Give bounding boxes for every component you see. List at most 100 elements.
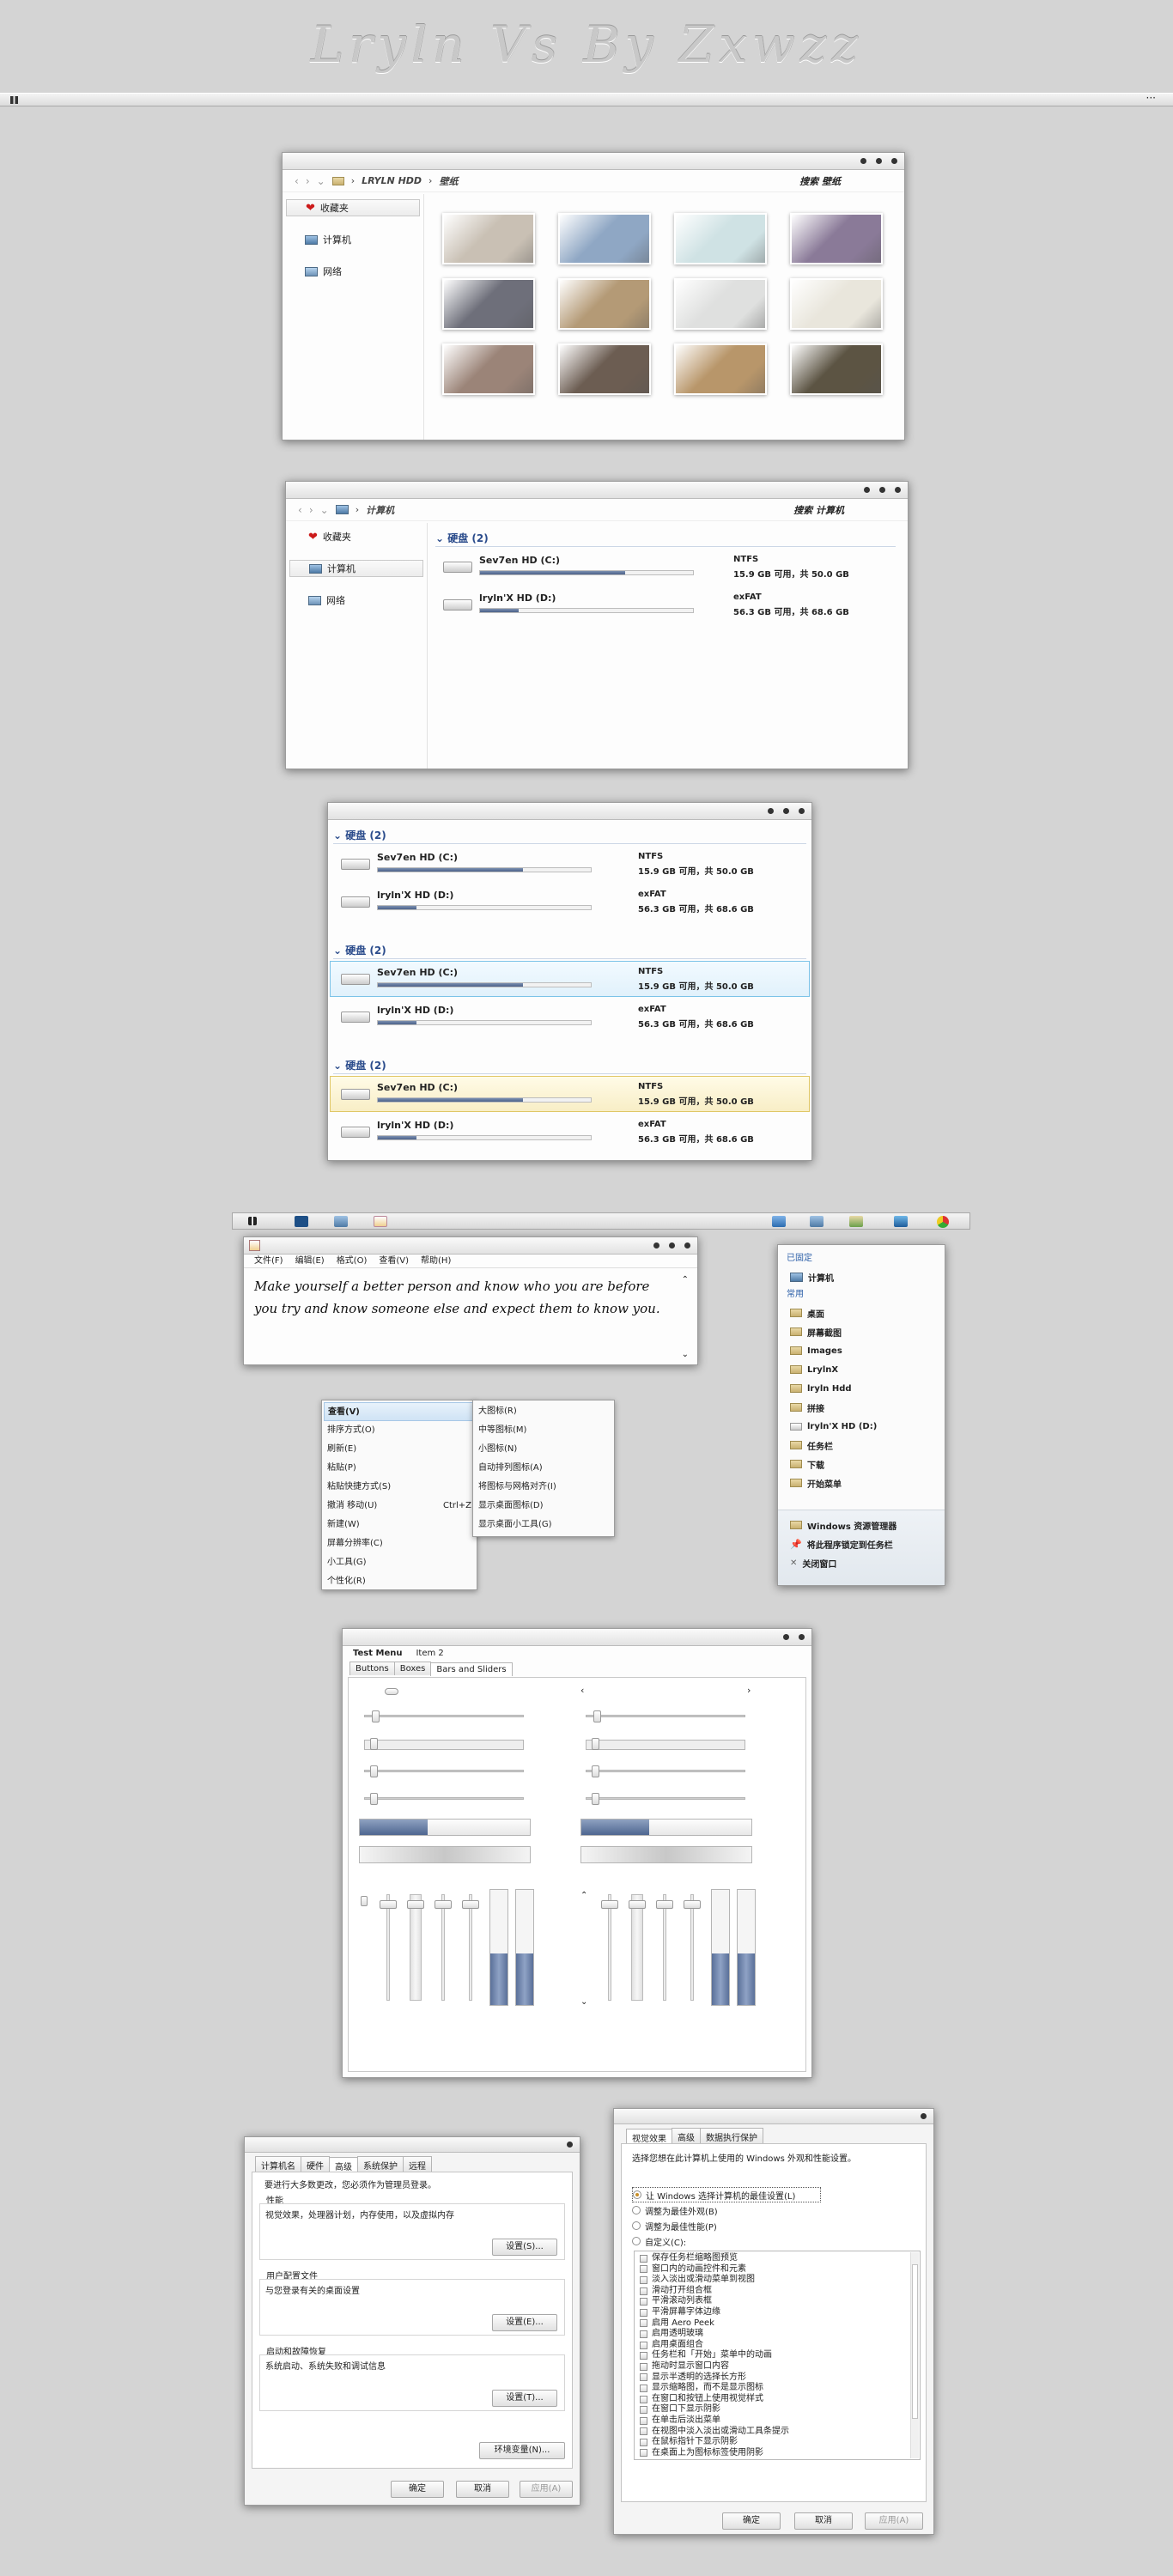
slider-handle[interactable]: [407, 1900, 424, 1910]
drive-row[interactable]: lryln'X HD (D:) exFAT 56.3 GB 可用，共 68.6 GB: [330, 999, 810, 1035]
horizontal-slider-track[interactable]: [364, 1715, 524, 1717]
radio-button[interactable]: [632, 2206, 641, 2215]
sidebar-item-computer[interactable]: 计算机: [286, 231, 420, 248]
wallpaper-thumbnail[interactable]: [674, 343, 767, 395]
menu-help[interactable]: 帮助(H): [421, 1255, 451, 1267]
slider-handle[interactable]: [370, 1765, 379, 1777]
checkbox[interactable]: [640, 2427, 647, 2436]
slider-handle[interactable]: [370, 1793, 379, 1805]
forward-icon[interactable]: ›: [309, 504, 313, 516]
checkbox-item[interactable]: 任务栏和「开始」菜单中的动画: [640, 2350, 920, 2361]
menu-view[interactable]: 查看(V): [379, 1255, 409, 1267]
media-icon[interactable]: [894, 1216, 908, 1227]
frequent-item[interactable]: lryln Hdd: [778, 1379, 945, 1398]
frequent-item[interactable]: 开始菜单: [778, 1473, 945, 1492]
submenu-item[interactable]: 显示桌面小工具(G): [475, 1516, 612, 1534]
horizontal-slider-track[interactable]: [586, 1797, 745, 1800]
scroll-up-icon[interactable]: ⌃: [682, 1275, 689, 1285]
context-menu-item[interactable]: 查看(V): [324, 1402, 475, 1421]
scrollbar[interactable]: [910, 2252, 919, 2458]
forward-icon[interactable]: ›: [306, 175, 310, 187]
menu-test[interactable]: Test Menu: [353, 1646, 402, 1662]
photoshop-icon[interactable]: [295, 1216, 308, 1227]
checkbox-item[interactable]: 启用透明玻璃: [640, 2329, 920, 2340]
wallpaper-thumbnail[interactable]: [674, 213, 767, 264]
checkbox-item[interactable]: 在视图中淡入淡出或滑动工具条提示: [640, 2427, 920, 2438]
checkbox-item[interactable]: 窗口内的动画控件和元素: [640, 2264, 920, 2275]
text-area[interactable]: Make yourself a better person and know w…: [244, 1268, 697, 1320]
menu-file[interactable]: 文件(F): [254, 1255, 283, 1267]
vertical-slider-track[interactable]: [386, 1894, 390, 2001]
checkbox[interactable]: [640, 2352, 647, 2360]
horizontal-slider-track[interactable]: [586, 1740, 745, 1750]
wallpaper-thumbnail[interactable]: [442, 213, 535, 264]
tab-computer-name[interactable]: 计算机名: [255, 2156, 301, 2173]
wallpaper-thumbnail[interactable]: [674, 278, 767, 330]
slider-handle[interactable]: [656, 1900, 673, 1910]
back-icon[interactable]: ‹: [295, 175, 299, 187]
radio-option[interactable]: 调整为最佳外观(B): [632, 2202, 821, 2218]
frequent-item[interactable]: 拼接: [778, 1398, 945, 1417]
submenu-item[interactable]: 小图标(N): [475, 1440, 612, 1459]
window-controls[interactable]: [864, 487, 901, 493]
notepad-icon[interactable]: [374, 1216, 387, 1227]
frequent-item[interactable]: 屏幕截图: [778, 1322, 945, 1341]
checkbox-item[interactable]: 保存任务栏缩略图预览: [640, 2253, 920, 2264]
checkbox[interactable]: [640, 2384, 647, 2392]
ok-button[interactable]: 确定: [722, 2512, 781, 2530]
slider-handle[interactable]: [435, 1900, 452, 1910]
frequent-item[interactable]: 桌面: [778, 1303, 945, 1322]
checkbox-item[interactable]: 在窗口下显示阴影: [640, 2404, 920, 2415]
computer-icon[interactable]: [334, 1216, 348, 1227]
apply-button[interactable]: 应用(A): [520, 2481, 573, 2498]
radio-button[interactable]: [632, 2221, 641, 2230]
drive-row[interactable]: lryln'X HD (D:) exFAT 56.3 GB 可用，共 68.6 GB: [330, 884, 810, 920]
checkbox-item[interactable]: 拖动时显示窗口内容: [640, 2361, 920, 2372]
submenu-item[interactable]: 将图标与网格对齐(I): [475, 1478, 612, 1497]
context-menu-item[interactable]: 粘贴快捷方式(S): [324, 1478, 475, 1497]
monitor-icon[interactable]: [772, 1216, 786, 1227]
search-input[interactable]: 搜索 壁纸: [799, 174, 841, 188]
checkbox[interactable]: [640, 2319, 647, 2328]
checkbox-item[interactable]: 在单击后淡出菜单: [640, 2415, 920, 2427]
slider-handle[interactable]: [593, 1710, 602, 1722]
checkbox[interactable]: [640, 2275, 647, 2284]
pinned-item[interactable]: 计算机: [778, 1267, 945, 1286]
wallpaper-thumbnail[interactable]: [442, 278, 535, 330]
wallpaper-thumbnail[interactable]: [790, 213, 883, 264]
checkbox-item[interactable]: 在鼠标指针下显示阴影: [640, 2437, 920, 2448]
sidebar-item-computer[interactable]: 计算机: [289, 560, 423, 577]
ok-button[interactable]: 确定: [391, 2481, 444, 2498]
environment-variables-button[interactable]: 环境变量(N)...: [479, 2442, 565, 2459]
settings-button[interactable]: 设置(T)...: [492, 2390, 557, 2407]
frequent-item[interactable]: Images: [778, 1341, 945, 1360]
effects-list[interactable]: 保存任务栏缩略图预览 窗口内的动画控件和元素 淡入淡出或滑动菜单到视图 滑动打开组合框…: [634, 2251, 921, 2460]
slider-handle[interactable]: [592, 1765, 600, 1777]
context-menu-item[interactable]: 新建(W): [324, 1516, 475, 1534]
chevron-down-icon[interactable]: ⌄: [320, 504, 329, 516]
tab-buttons[interactable]: Buttons: [349, 1662, 395, 1675]
checkbox-item[interactable]: 启用桌面组合: [640, 2340, 920, 2351]
menu-edit[interactable]: 编辑(E): [295, 1255, 325, 1267]
sidebar-item-network[interactable]: 网络: [286, 263, 420, 280]
scroll-down-icon[interactable]: ⌄: [682, 1350, 689, 1359]
group-header[interactable]: ⌄ 硬盘 (2): [333, 942, 806, 959]
wallpaper-thumbnail[interactable]: [558, 343, 651, 395]
checkbox[interactable]: [640, 2308, 647, 2317]
vertical-slider-track[interactable]: [469, 1894, 472, 2001]
checkbox-item[interactable]: 在桌面上为图标标签使用阴影: [640, 2448, 920, 2459]
checkbox-item[interactable]: 显示缩略图，而不是显示图标: [640, 2383, 920, 2394]
chevron-down-icon[interactable]: ⌄: [580, 1997, 587, 2007]
slider-handle[interactable]: [601, 1900, 618, 1910]
menu-format[interactable]: 格式(O): [337, 1255, 368, 1267]
group-header[interactable]: ⌄ 硬盘 (2): [333, 827, 806, 844]
back-icon[interactable]: ‹: [298, 504, 302, 516]
checkbox[interactable]: [640, 2330, 647, 2338]
checkbox[interactable]: [640, 2265, 647, 2274]
frequent-item[interactable]: LrylnX: [778, 1360, 945, 1379]
tab-advanced[interactable]: 高级: [672, 2128, 701, 2145]
checkbox-item[interactable]: 滑动打开组合框: [640, 2286, 920, 2297]
address-bar[interactable]: ‹ › ⌄ › 计算机 搜索 计算机: [286, 499, 908, 521]
settings-button[interactable]: 设置(S)...: [492, 2239, 557, 2256]
vertical-slider-track[interactable]: [410, 1894, 422, 2001]
